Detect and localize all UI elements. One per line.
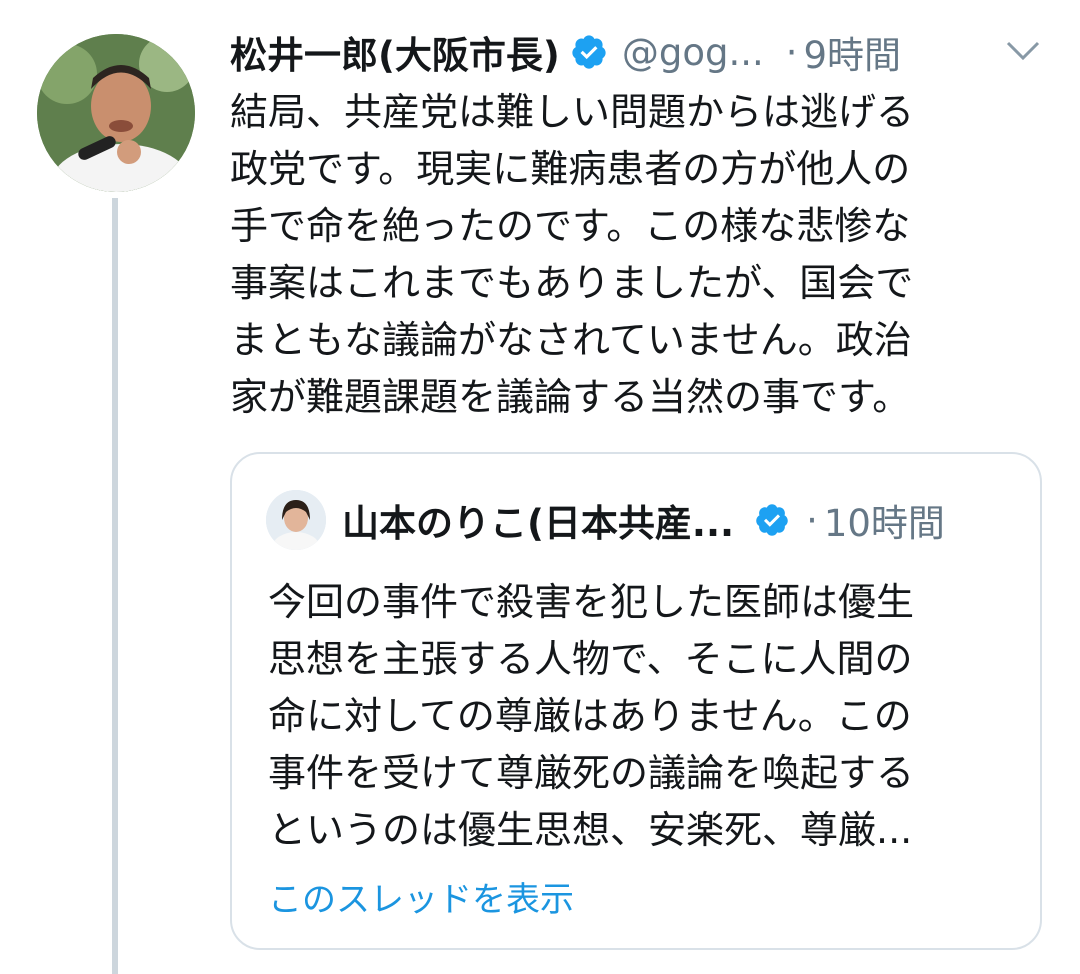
quoted-text-line: というのは優生思想、安楽死、尊厳... xyxy=(268,808,913,852)
verified-badge-icon xyxy=(754,502,790,538)
quoted-text-line: 今回の事件で殺害を犯した医師は優生 xyxy=(268,580,915,624)
tweet-text: 結局、共産党は難しい問題からは逃げる 政党です。現実に難病患者の方が他人の 手で… xyxy=(230,84,1030,426)
tweet-timestamp[interactable]: 9時間 xyxy=(804,25,902,79)
author-avatar[interactable] xyxy=(37,34,195,192)
chevron-down-icon[interactable] xyxy=(1004,36,1042,66)
avatar-photo xyxy=(37,34,195,192)
quoted-text-line: 思想を主張する人物で、そこに人間の xyxy=(268,637,913,681)
quoted-text-line: 命に対しての尊厳はありません。この xyxy=(268,694,912,738)
dot-separator: · xyxy=(785,30,798,74)
tweet-text-line: 結局、共産党は難しい問題からは逃げる xyxy=(230,90,915,134)
tweet-text-line: 家が難題課題を議論する当然の事です。 xyxy=(230,375,911,419)
quoted-tweet-timestamp: 10時間 xyxy=(823,502,945,545)
thread-connector-line xyxy=(112,198,118,974)
tweet-text-line: まともな議論がなされていません。政治 xyxy=(230,318,912,362)
quoted-text-line: 事件を受けて尊厳死の議論を喚起する xyxy=(268,751,915,795)
quoted-avatar-photo xyxy=(266,490,326,550)
tweet-text-line: 手で命を絶ったのです。この様な悲惨な xyxy=(230,204,911,248)
quoted-tweet-header: 山本のりこ(日本共産... · 10時間 xyxy=(342,490,945,550)
quoted-tweet-text: 今回の事件で殺害を犯した医師は優生 思想を主張する人物で、そこに人間の 命に対し… xyxy=(268,574,1028,859)
quoted-author-avatar xyxy=(266,490,326,550)
show-thread-link[interactable]: このスレッドを表示 xyxy=(268,872,574,921)
quoted-tweet-card[interactable]: 山本のりこ(日本共産... · 10時間 今回の事件で殺害を犯した医師は優生 思… xyxy=(230,452,1042,950)
tweet-header: 松井一郎(大阪市長) @gog... · 9時間 xyxy=(230,24,1060,80)
author-name[interactable]: 松井一郎(大阪市長) xyxy=(230,25,560,79)
tweet-text-line: 政党です。現実に難病患者の方が他人の xyxy=(230,147,911,191)
tweet-text-line: 事案はこれまでもありましたが、国会で xyxy=(230,261,914,305)
dot-separator: · xyxy=(806,498,818,542)
verified-badge-icon xyxy=(570,33,608,71)
author-handle[interactable]: @gog... xyxy=(622,31,764,74)
quoted-author-name: 山本のりこ(日本共産... xyxy=(342,502,735,545)
